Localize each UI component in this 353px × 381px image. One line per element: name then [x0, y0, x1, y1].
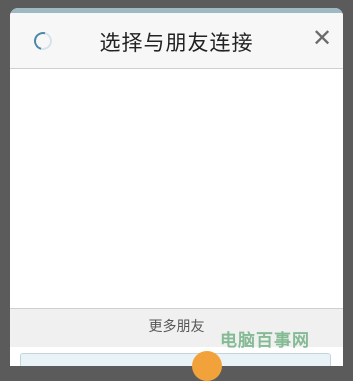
watermark-text: 电脑百事网	[220, 331, 310, 351]
loading-spinner-icon	[30, 28, 56, 54]
friends-list-area	[10, 69, 343, 307]
connect-friends-dialog: 选择与朋友连接 ✕ 更多朋友	[10, 8, 343, 366]
close-icon[interactable]: ✕	[309, 25, 335, 51]
dialog-header: 选择与朋友连接 ✕	[10, 13, 343, 69]
bottom-panel	[20, 353, 331, 366]
watermark-logo-icon	[192, 351, 222, 381]
dialog-title: 选择与朋友连接	[99, 31, 254, 55]
